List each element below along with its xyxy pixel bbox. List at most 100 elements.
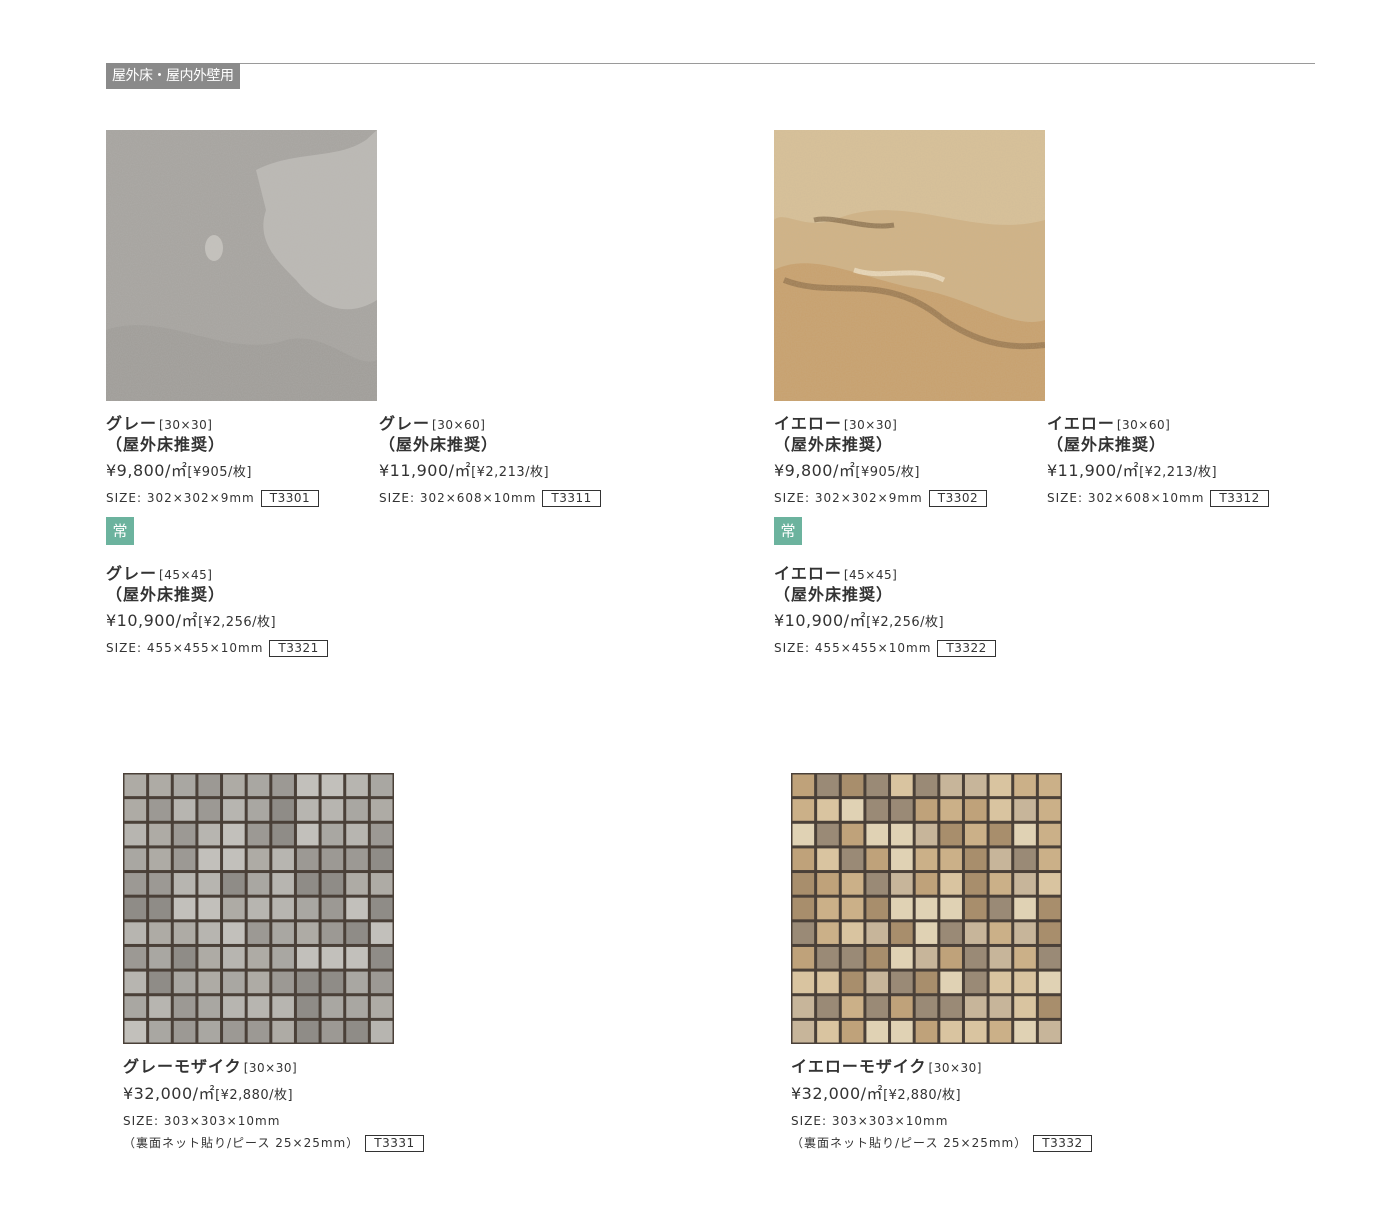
mosaic-piece (321, 799, 344, 821)
mosaic-piece (370, 996, 393, 1018)
mosaic-piece (841, 1020, 864, 1043)
mosaic-piece (272, 774, 294, 797)
mosaic-piece (272, 996, 294, 1018)
mosaic-note: （裏面ネット貼り/ピース 25×25mm） T3332 (791, 1134, 1092, 1152)
mosaic-piece (817, 922, 839, 944)
mosaic-piece (370, 873, 393, 895)
mosaic-piece (989, 774, 1012, 797)
mosaic-piece (817, 799, 839, 821)
mosaic-piece (989, 897, 1012, 920)
mosaic-piece (173, 922, 196, 944)
mosaic-piece (940, 971, 962, 994)
mosaic-piece (296, 823, 319, 846)
mosaic-piece (321, 823, 344, 846)
mosaic-piece (198, 1020, 221, 1043)
mosaic-piece (173, 1020, 196, 1043)
tile-name: イエロー [45×45] (774, 564, 898, 583)
tile-note: （屋外床推奨） (774, 435, 894, 454)
mosaic-piece (817, 996, 839, 1018)
mosaic-piece (891, 848, 913, 871)
mosaic-piece (247, 922, 270, 944)
mosaic-piece (247, 848, 270, 871)
mosaic-piece (1014, 799, 1036, 821)
mosaic-piece (223, 1020, 245, 1043)
tile-info-t3321: グレー [45×45] （屋外床推奨） ¥10,900/㎡[¥2,256/枚] S… (106, 564, 328, 657)
mosaic-piece (173, 799, 196, 821)
mosaic-piece (346, 848, 368, 871)
mosaic-piece (891, 774, 913, 797)
mosaic-piece (915, 971, 938, 994)
mosaic-piece (1038, 848, 1061, 871)
tile-info-t3312: イエロー [30×60] （屋外床推奨） ¥11,900/㎡[¥2,213/枚] … (1047, 414, 1269, 507)
mosaic-piece (866, 946, 889, 969)
mosaic-piece (198, 774, 221, 797)
mosaic-piece (817, 946, 839, 969)
mosaic-piece (272, 873, 294, 895)
mosaic-piece (124, 873, 147, 895)
mosaic-piece (891, 922, 913, 944)
mosaic-piece (321, 897, 344, 920)
mosaic-piece (915, 1020, 938, 1043)
mosaic-piece (792, 823, 815, 846)
mosaic-piece (346, 823, 368, 846)
mosaic-piece (1014, 873, 1036, 895)
mosaic-piece (792, 971, 815, 994)
mosaic-piece (1038, 823, 1061, 846)
tile-name: イエロー [30×60] (1047, 414, 1171, 433)
mosaic-piece (198, 873, 221, 895)
mosaic-piece (817, 873, 839, 895)
mosaic-piece (247, 946, 270, 969)
mosaic-piece (866, 897, 889, 920)
mosaic-piece (149, 971, 171, 994)
mosaic-piece (149, 996, 171, 1018)
mosaic-piece (247, 897, 270, 920)
mosaic-piece (346, 774, 368, 797)
mosaic-piece (321, 946, 344, 969)
mosaic-piece (866, 774, 889, 797)
mosaic-piece (149, 873, 171, 895)
mosaic-piece (296, 799, 319, 821)
mosaic-piece (940, 823, 962, 846)
mosaic-piece (296, 996, 319, 1018)
mosaic-piece (940, 848, 962, 871)
mosaic-piece (915, 897, 938, 920)
mosaic-piece (964, 823, 987, 846)
mosaic-piece (370, 848, 393, 871)
mosaic-piece (173, 996, 196, 1018)
mosaic-piece (1038, 922, 1061, 944)
mosaic-piece (346, 971, 368, 994)
mosaic-piece (173, 774, 196, 797)
mosaic-piece (173, 971, 196, 994)
product-code: T3302 (928, 490, 988, 507)
gray-tile-image (106, 130, 377, 401)
mosaic-piece (370, 897, 393, 920)
mosaic-piece (1038, 774, 1061, 797)
mosaic-price: ¥32,000/㎡[¥2,880/枚] (791, 1084, 962, 1103)
mosaic-piece (866, 1020, 889, 1043)
mosaic-piece (272, 823, 294, 846)
mosaic-piece (321, 848, 344, 871)
mosaic-piece (173, 897, 196, 920)
mosaic-piece (866, 823, 889, 846)
mosaic-piece (989, 823, 1012, 846)
yellow-tile-image (774, 130, 1045, 401)
mosaic-piece (124, 848, 147, 871)
mosaic-piece (321, 971, 344, 994)
mosaic-piece (247, 774, 270, 797)
mosaic-piece (915, 946, 938, 969)
mosaic-piece (346, 1020, 368, 1043)
mosaic-piece (370, 946, 393, 969)
mosaic-name: グレーモザイク [30×30] (123, 1057, 298, 1076)
mosaic-piece (1038, 897, 1061, 920)
mosaic-piece (321, 996, 344, 1018)
mosaic-piece (272, 971, 294, 994)
mosaic-piece (124, 799, 147, 821)
tile-name: グレー [45×45] (106, 564, 213, 583)
mosaic-piece (940, 946, 962, 969)
mosaic-piece (321, 1020, 344, 1043)
mosaic-piece (346, 873, 368, 895)
mosaic-piece (1014, 823, 1036, 846)
tile-info-t3302: イエロー [30×30] （屋外床推奨） ¥9,800/㎡[¥905/枚] SIZ… (774, 414, 988, 507)
mosaic-piece (247, 996, 270, 1018)
mosaic-piece (792, 996, 815, 1018)
